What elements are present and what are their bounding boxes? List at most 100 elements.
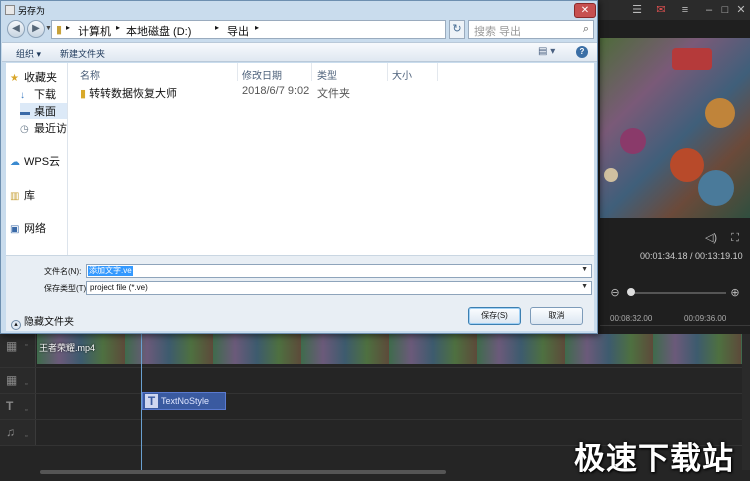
nav-item-label: 下载	[34, 89, 56, 101]
file-name[interactable]: ▮ 转转数据恢复大师	[80, 85, 177, 101]
playback-controls: ◁) ⛶ 00:01:34.18 / 00:13:19.10	[600, 225, 750, 270]
ruler-label: 00:08:32.00	[610, 314, 653, 323]
back-button[interactable]: ◀	[7, 20, 25, 38]
refresh-button[interactable]: ↻	[449, 20, 465, 39]
nav-item-wps-cloud[interactable]: ☁ WPS云	[10, 153, 60, 169]
filename-input[interactable]: 添加文字.ve ▼	[86, 264, 592, 278]
nav-item-favorites[interactable]: ★ 收藏夹	[10, 69, 57, 85]
nav-item-recent[interactable]: ◷ 最近访	[20, 120, 67, 136]
minimize-icon[interactable]: –	[702, 3, 716, 17]
text-track: T ▫	[0, 394, 742, 420]
fullscreen-icon[interactable]: ⛶	[728, 231, 742, 245]
skin-icon[interactable]: ☰	[630, 3, 644, 17]
breadcrumb-computer[interactable]: 计算机	[78, 23, 111, 39]
zoom-in-icon[interactable]: ⊕	[728, 286, 742, 300]
nav-item-network[interactable]: ▣ 网络	[10, 220, 46, 236]
file-type: 文件夹	[317, 88, 350, 100]
file-list: 名称 修改日期 类型 大小 ▮ 转转数据恢复大师 2018/6/7 9:02 文件…	[68, 63, 594, 255]
nav-item-desktop[interactable]: ▬ 桌面	[20, 103, 67, 119]
breadcrumb-separator-icon[interactable]: ▸	[255, 23, 259, 32]
lock-icon[interactable]: ▫	[25, 433, 31, 440]
folder-icon: ▮	[80, 88, 87, 100]
dialog-title-text: 另存为	[18, 6, 46, 16]
zoom-knob[interactable]	[627, 288, 635, 296]
video-clip[interactable]: 王者荣耀.mp4	[37, 334, 742, 364]
zoom-track[interactable]	[630, 292, 726, 294]
nav-item-downloads[interactable]: ↓ 下载	[20, 86, 56, 102]
cancel-button[interactable]: 取消	[530, 307, 583, 325]
save-button[interactable]: 保存(S)	[468, 307, 521, 325]
folder-icon: ▮	[56, 24, 63, 36]
search-input[interactable]: 搜索 导出 ⌕	[468, 20, 594, 39]
address-bar[interactable]: ▮ ▸ 计算机 ▸ 本地磁盘 (D:) ▸ 导出 ▸ ▼	[51, 20, 490, 39]
video-preview[interactable]	[600, 38, 750, 218]
breadcrumb-separator-icon[interactable]: ▸	[215, 23, 219, 32]
organize-button[interactable]: 组织 ▾	[16, 47, 41, 60]
track-header: ♫ ▫	[0, 420, 36, 445]
time-display: 00:01:34.18 / 00:13:19.10	[640, 251, 743, 261]
breadcrumb-export[interactable]: 导出	[227, 23, 249, 39]
app-close-icon[interactable]: ✕	[734, 3, 748, 17]
chevron-up-icon: ▴	[11, 320, 21, 330]
forward-button[interactable]: ▶	[27, 20, 45, 38]
zoom-out-icon[interactable]: ⊖	[608, 286, 622, 300]
nav-item-label: 桌面	[34, 106, 56, 118]
text-track-icon: T	[6, 399, 14, 413]
column-separator[interactable]	[237, 63, 238, 81]
ruler-label: 00:09:36.00	[684, 314, 727, 323]
text-clip[interactable]: T TextNoStyle	[142, 392, 226, 410]
playhead[interactable]	[141, 334, 142, 470]
search-icon[interactable]: ⌕	[583, 23, 589, 36]
menu-icon[interactable]: ≡	[678, 3, 692, 17]
new-folder-button[interactable]: 新建文件夹	[60, 47, 105, 60]
track-header: ▦ ▫	[0, 334, 36, 367]
file-name-text: 转转数据恢复大师	[89, 88, 178, 100]
filetype-label: 保存类型(T):	[44, 284, 89, 293]
vertical-scrollbar[interactable]	[742, 334, 750, 470]
breadcrumb-separator-icon[interactable]: ▸	[116, 23, 120, 32]
dialog-close-button[interactable]: ✕	[574, 3, 596, 18]
breadcrumb-separator-icon[interactable]: ▸	[66, 23, 70, 32]
cloud-icon: ☁	[10, 157, 20, 168]
star-icon: ★	[10, 73, 19, 84]
column-separator[interactable]	[311, 63, 312, 81]
view-options-icon[interactable]: ▤ ▾	[538, 46, 555, 57]
filename-value: 添加文字.ve	[88, 266, 133, 276]
column-separator[interactable]	[437, 63, 438, 81]
nav-item-label: WPS云	[24, 156, 61, 168]
lock-icon[interactable]: ▫	[25, 342, 31, 349]
help-icon[interactable]: ?	[576, 46, 588, 58]
nav-item-library[interactable]: ▥ 库	[10, 187, 35, 203]
zoom-slider[interactable]: ⊖ ⊕	[600, 282, 750, 304]
lock-icon[interactable]: ▫	[25, 407, 31, 414]
nav-item-label: 收藏夹	[24, 72, 57, 84]
network-icon: ▣	[10, 224, 20, 235]
lock-icon[interactable]: ▫	[25, 381, 31, 388]
column-name[interactable]: 名称	[80, 67, 100, 82]
chevron-down-icon[interactable]: ▼	[581, 283, 588, 290]
column-type[interactable]: 类型	[317, 67, 337, 82]
music-icon: ♫	[6, 425, 15, 439]
message-icon[interactable]: ✉	[654, 3, 668, 17]
breadcrumb-drive[interactable]: 本地磁盘 (D:)	[126, 23, 191, 39]
recent-icon: ◷	[20, 124, 29, 135]
column-separator[interactable]	[387, 63, 388, 81]
horizontal-scrollbar[interactable]	[40, 470, 446, 474]
track-header: ▦ ▫	[0, 368, 36, 393]
column-size[interactable]: 大小	[392, 67, 412, 82]
filetype-select[interactable]: project file (*.ve) ▼	[86, 281, 592, 295]
column-modified[interactable]: 修改日期	[242, 67, 282, 82]
hide-folders-toggle[interactable]: ▴ 隐藏文件夹	[11, 313, 74, 330]
search-placeholder: 搜索 导出	[474, 26, 522, 38]
nav-item-label: 网络	[24, 223, 46, 235]
filename-label: 文件名(N):	[44, 267, 82, 276]
video-clip-label: 王者荣耀.mp4	[39, 343, 96, 353]
timeline-ruler[interactable]: 00:08:32.00 00:09:36.00	[600, 306, 750, 326]
overlay-track: ▦ ▫	[0, 368, 742, 394]
chevron-down-icon[interactable]: ▼	[581, 266, 588, 273]
maximize-icon[interactable]: □	[718, 3, 732, 17]
volume-icon[interactable]: ◁)	[704, 231, 718, 245]
text-icon: T	[145, 394, 158, 408]
text-clip-label: TextNoStyle	[161, 396, 210, 406]
dialog-toolbar: 组织 ▾ 新建文件夹 ▤ ▾ ?	[2, 42, 597, 62]
